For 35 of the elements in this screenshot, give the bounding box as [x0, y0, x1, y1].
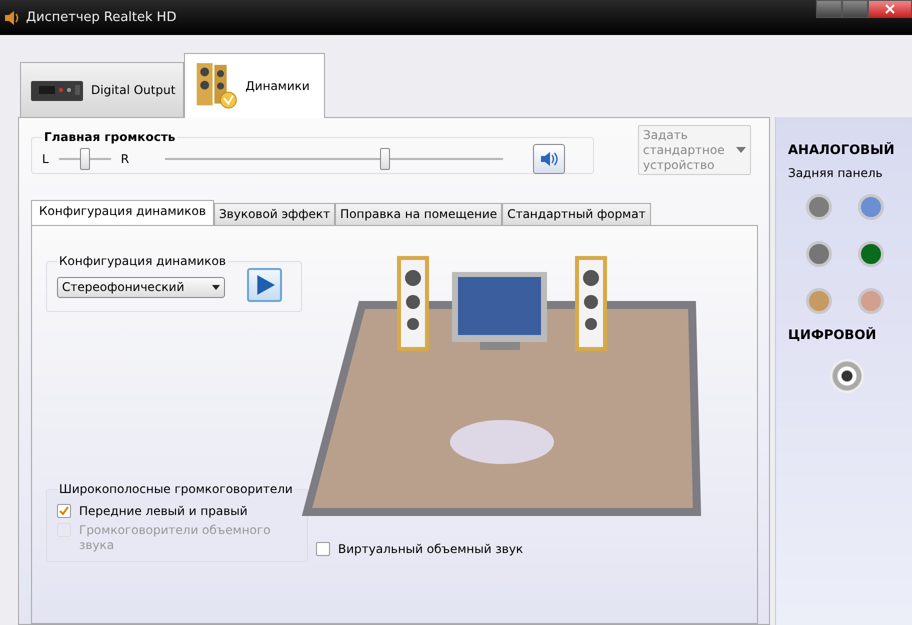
- checkbox-label: Громкоговорители объемного звука: [79, 523, 272, 553]
- speaker-config-dropdown[interactable]: Стереофонический: [57, 276, 225, 298]
- tab[interactable]: Конфигурация динамиков: [31, 200, 214, 225]
- audio-jack[interactable]: [858, 194, 884, 220]
- minimize-button[interactable]: [816, 0, 842, 18]
- slider-label: L: [42, 152, 49, 166]
- close-button[interactable]: [868, 0, 912, 18]
- digital-jack[interactable]: [830, 359, 864, 393]
- close-icon: [885, 4, 895, 14]
- device-tab[interactable]: Digital Output: [20, 62, 184, 117]
- checkbox-label: Виртуальный объемный звук: [338, 542, 524, 557]
- speaker-icon: [4, 10, 20, 26]
- checkbox[interactable]: [57, 504, 71, 518]
- group-label: Главная громкость: [43, 130, 176, 144]
- tab[interactable]: Звуковой эффект: [214, 203, 336, 225]
- group-label: Конфигурация динамиков: [58, 254, 227, 268]
- checkbox[interactable]: [316, 542, 330, 556]
- mute-button[interactable]: [533, 144, 566, 174]
- section-heading: АНАЛОГОВЫЙ: [788, 143, 896, 158]
- balance-slider-thumb[interactable]: [80, 148, 90, 170]
- panel-label: Задняя панель: [788, 166, 884, 180]
- maximize-button[interactable]: [842, 0, 868, 18]
- tab[interactable]: Поправка на помещение: [335, 203, 502, 225]
- audio-jack[interactable]: [858, 241, 884, 267]
- audio-jack[interactable]: [806, 194, 832, 220]
- play-button[interactable]: [247, 268, 282, 302]
- section-heading: ЦИФРОВОЙ: [788, 328, 878, 343]
- window-title: Диспетчер Realtek HD: [26, 10, 176, 25]
- device-tab[interactable]: Динамики: [184, 53, 325, 118]
- checkbox-label: Передние левый и правый: [79, 504, 248, 519]
- volume-slider-thumb[interactable]: [380, 148, 390, 170]
- audio-jack[interactable]: [806, 241, 832, 267]
- slider-label: R: [120, 152, 130, 166]
- group-label: Широкополосные громкоговорители: [58, 482, 294, 496]
- tab[interactable]: Стандартный формат: [502, 203, 651, 225]
